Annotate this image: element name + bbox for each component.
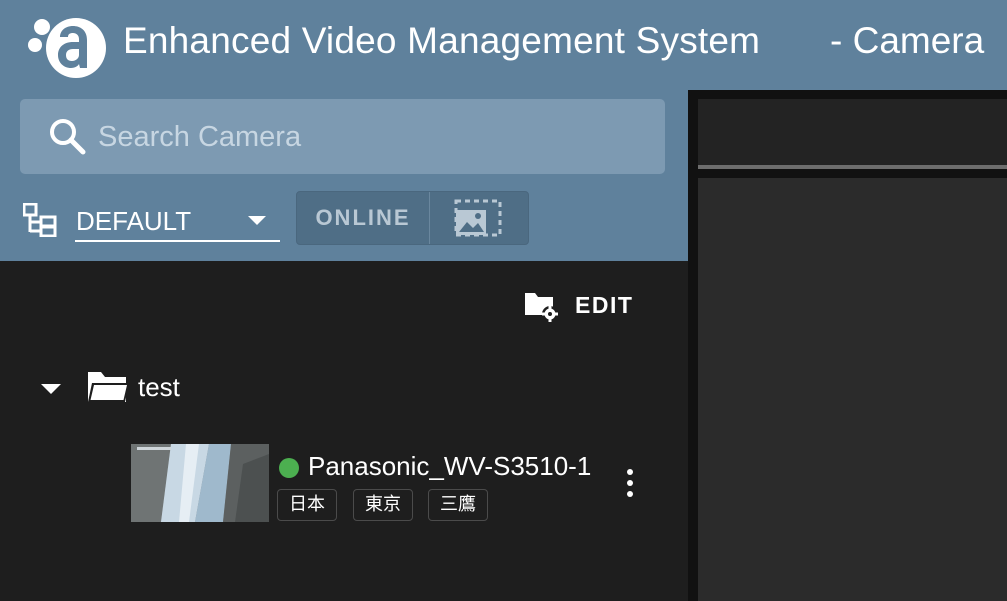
tree-view-icon[interactable] [23,203,57,237]
thumbnail-view-icon [454,199,502,237]
camera-tag: 三鷹 [428,489,488,521]
folder-settings-icon [525,293,558,322]
view-toggle-group: ONLINE [296,191,529,245]
camera-panel-controls: DEFAULT ONLINE [0,90,688,261]
expand-caret-icon[interactable] [41,384,61,394]
edit-button[interactable]: EDIT [520,289,640,325]
folder-name: test [138,372,180,402]
thumbnail-toggle-button[interactable] [430,192,528,244]
search-box[interactable] [20,99,665,174]
video-viewer [688,90,1007,601]
camera-name: Panasonic_WV-S3510-1 [308,451,592,481]
brand-logo-icon [28,18,106,78]
folder-open-icon [88,372,129,402]
more-vert-icon[interactable] [620,467,640,499]
camera-list-item[interactable]: Panasonic_WV-S3510-1 日本 東京 三鷹 [130,443,650,523]
camera-list: EDIT test Panasonic_WV-S3510-1 日本 東京 三鷹 [0,261,688,601]
camera-tag: 日本 [277,489,337,521]
online-filter-button[interactable]: ONLINE [297,192,429,244]
app-root: Enhanced Video Management System - Camer… [0,0,1007,601]
search-icon [50,119,86,155]
group-select-value: DEFAULT [76,206,192,236]
video-tile[interactable] [698,178,1007,601]
camera-tag: 東京 [353,489,413,521]
camera-snapshot-image [131,444,269,522]
chevron-down-icon [248,216,266,225]
search-input[interactable] [98,113,638,161]
app-header: Enhanced Video Management System - Camer… [0,0,1007,90]
app-title: Enhanced Video Management System [123,20,761,61]
page-title: - Camera [830,20,985,61]
folder-row[interactable]: test [38,367,338,409]
group-select[interactable]: DEFAULT [75,202,280,242]
online-status-indicator [279,458,299,478]
edit-label: EDIT [575,292,634,318]
viewer-toolbar [698,99,1007,169]
camera-thumbnail[interactable] [131,444,269,522]
